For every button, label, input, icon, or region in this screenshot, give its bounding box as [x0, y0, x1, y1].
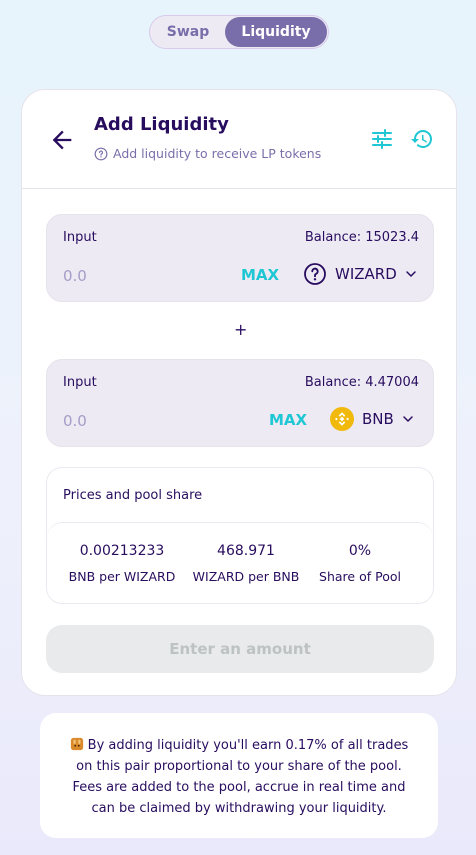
token-symbol: WIZARD — [335, 265, 397, 283]
tab-liquidity[interactable]: Liquidity — [225, 17, 327, 47]
price-item: 468.971 WIZARD per BNB — [181, 543, 311, 584]
prices-pool-share: Prices and pool share 0.00213233 BNB per… — [46, 467, 434, 604]
liquidity-notice: By adding liquidity you'll earn 0.17% of… — [40, 713, 438, 838]
price-value: 0.00213233 — [79, 543, 165, 559]
question-circle-icon — [304, 263, 326, 285]
price-label: WIZARD per BNB — [192, 569, 300, 584]
input-label: Input — [63, 375, 97, 390]
add-liquidity-card: Add Liquidity Add liquidity to receive L… — [21, 89, 457, 696]
price-item: 0% Share of Pool — [295, 543, 425, 584]
tab-swap[interactable]: Swap — [151, 17, 225, 47]
settings-sliders-icon[interactable] — [370, 127, 394, 151]
plus-sign: + — [234, 320, 248, 339]
max-button-bnb[interactable]: MAX — [269, 411, 307, 429]
bnb-icon — [330, 407, 354, 431]
history-icon[interactable] — [410, 127, 434, 151]
enter-amount-button[interactable]: Enter an amount — [46, 625, 434, 673]
notice-text: By adding liquidity you'll earn 0.17% of… — [72, 738, 409, 816]
balance-text: Balance: 4.47004 — [304, 375, 419, 390]
token-select-bnb[interactable]: BNB — [330, 407, 414, 431]
input-label: Input — [63, 230, 97, 245]
token-symbol: BNB — [362, 410, 394, 428]
token-select-wizard[interactable]: WIZARD — [303, 262, 417, 286]
max-button-wizard[interactable]: MAX — [241, 266, 279, 284]
subtitle-text: Add liquidity to receive LP tokens — [113, 146, 322, 161]
swap-liquidity-toggle: Swap Liquidity — [149, 15, 329, 49]
page-title: Add Liquidity — [94, 114, 229, 135]
prices-values: 0.00213233 BNB per WIZARD 468.971 WIZARD… — [47, 522, 433, 604]
prices-title: Prices and pool share — [63, 488, 203, 503]
help-icon[interactable] — [94, 147, 108, 161]
price-label: Share of Pool — [319, 569, 401, 584]
price-item: 0.00213233 BNB per WIZARD — [57, 543, 187, 584]
back-arrow-icon[interactable] — [48, 126, 76, 154]
card-header: Add Liquidity Add liquidity to receive L… — [22, 90, 456, 189]
price-value: 468.971 — [217, 543, 275, 559]
bunny-icon — [70, 737, 83, 751]
amount-input-bnb[interactable]: 0.0 — [63, 412, 87, 430]
page-subtitle: Add liquidity to receive LP tokens — [94, 146, 321, 161]
chevron-down-icon — [406, 271, 416, 277]
balance-text: Balance: 15023.4 — [304, 230, 419, 245]
chevron-down-icon — [403, 416, 413, 422]
amount-input-wizard[interactable]: 0.0 — [63, 267, 87, 285]
input-panel-bnb: Input Balance: 4.47004 0.0 MAX BNB — [46, 359, 434, 447]
price-label: BNB per WIZARD — [68, 569, 176, 584]
price-value: 0% — [348, 543, 372, 559]
input-panel-wizard: Input Balance: 15023.4 0.0 MAX WIZARD — [46, 214, 434, 302]
